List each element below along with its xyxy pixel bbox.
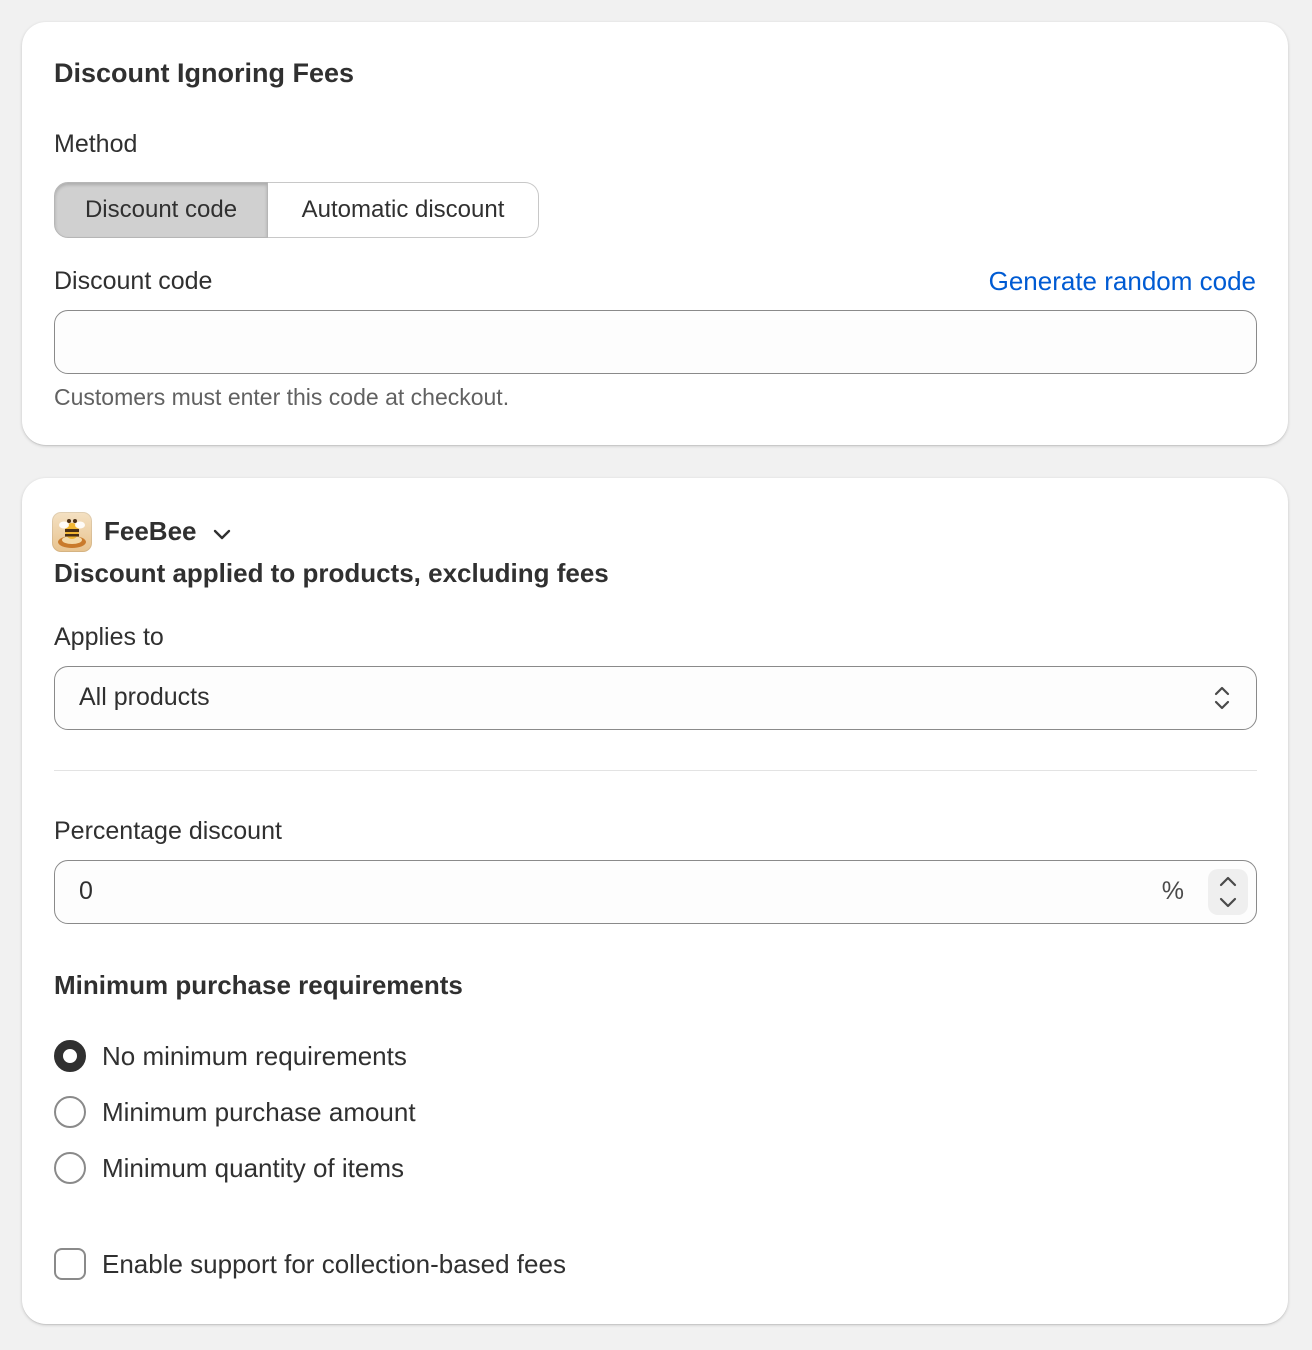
discount-method-card: Discount Ignoring Fees Method Discount c… [22, 22, 1288, 445]
min-option-quantity: Minimum quantity of items [54, 1152, 404, 1184]
discount-code-label: Discount code [54, 267, 213, 295]
section-divider [54, 770, 1257, 771]
minimum-requirements-title: Minimum purchase requirements [54, 970, 463, 1000]
method-discount-code-button[interactable]: Discount code [54, 182, 268, 238]
radio-label: Minimum purchase amount [102, 1096, 416, 1127]
discount-code-input[interactable] [54, 310, 1257, 374]
radio-label: Minimum quantity of items [102, 1152, 404, 1183]
method-label: Method [54, 130, 138, 158]
stepper-down-icon[interactable] [1216, 894, 1240, 912]
min-option-none: No minimum requirements [54, 1040, 407, 1072]
applies-to-value: All products [79, 683, 210, 711]
radio-no-minimum[interactable] [54, 1040, 86, 1072]
percentage-discount-value: 0 [79, 877, 93, 905]
stepper-up-icon[interactable] [1216, 872, 1240, 890]
percentage-stepper [1208, 869, 1248, 915]
discount-code-help-text: Customers must enter this code at checko… [54, 384, 510, 410]
generate-random-code-link[interactable]: Generate random code [989, 266, 1256, 297]
feebee-discount-card: FeeBee Discount applied to products, exc… [22, 478, 1288, 1324]
card-title: Discount Ignoring Fees [54, 58, 355, 88]
percentage-discount-input[interactable]: 0 % [54, 860, 1257, 924]
applies-to-label: Applies to [54, 623, 164, 651]
radio-minimum-amount[interactable] [54, 1096, 86, 1128]
radio-minimum-quantity[interactable] [54, 1152, 86, 1184]
percentage-discount-label: Percentage discount [54, 817, 282, 845]
card-subtitle: Discount applied to products, excluding … [54, 558, 609, 588]
method-automatic-discount-button[interactable]: Automatic discount [268, 182, 539, 238]
select-arrows-icon [1212, 683, 1232, 713]
applies-to-select[interactable]: All products [54, 666, 1257, 730]
min-option-amount: Minimum purchase amount [54, 1096, 416, 1128]
collection-fees-option: Enable support for collection-based fees [54, 1248, 566, 1280]
method-segmented-control: Discount code Automatic discount [54, 182, 539, 238]
radio-label: No minimum requirements [102, 1040, 407, 1071]
collection-fees-checkbox[interactable] [54, 1248, 86, 1280]
chevron-down-icon[interactable] [210, 522, 234, 546]
app-name: FeeBee [104, 516, 197, 546]
percent-suffix: % [1161, 877, 1184, 905]
checkbox-label: Enable support for collection-based fees [102, 1248, 566, 1279]
bee-app-icon [52, 512, 92, 552]
